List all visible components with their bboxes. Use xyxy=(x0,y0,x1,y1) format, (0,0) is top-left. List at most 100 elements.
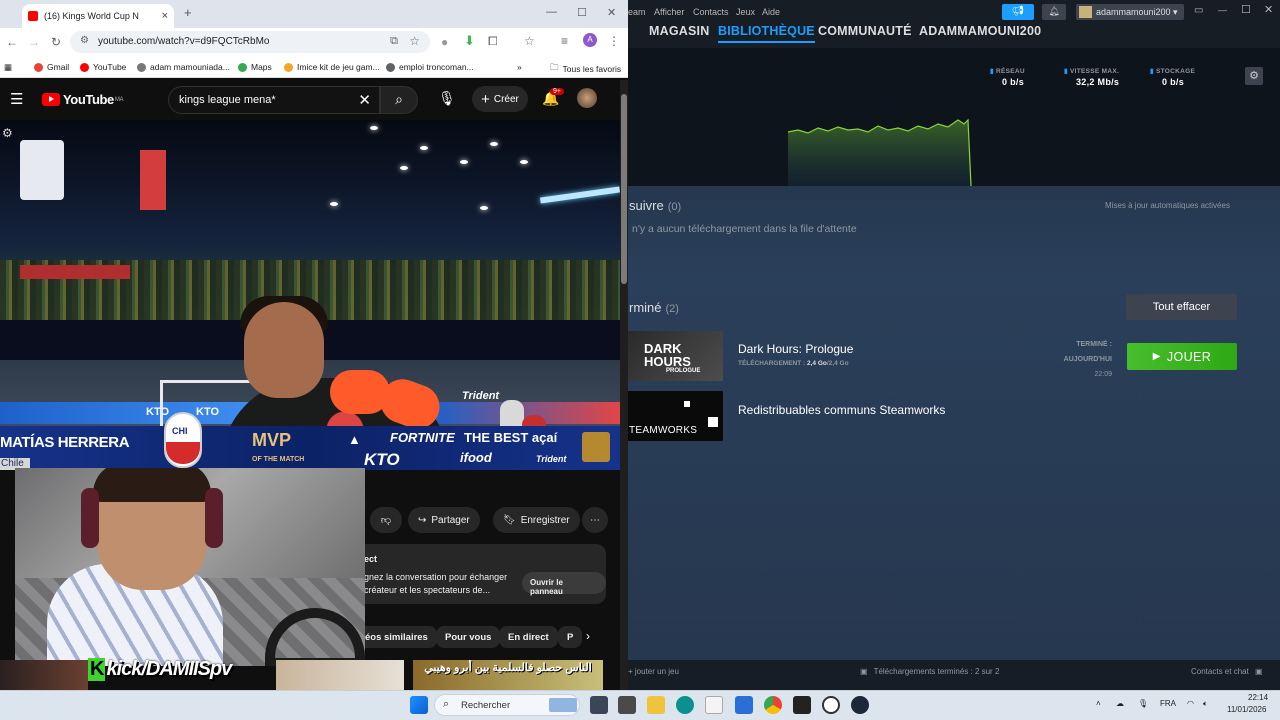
voice-search-icon[interactable]: 🎙 xyxy=(438,90,456,107)
copilot-icon[interactable] xyxy=(618,696,636,714)
steam-icon[interactable] xyxy=(851,696,869,714)
chip-more[interactable]: P xyxy=(558,626,583,648)
reload-icon[interactable]: ↻ xyxy=(51,35,61,49)
play-button[interactable]: ▶ JOUER xyxy=(1127,343,1237,370)
more-actions-icon[interactable]: ⋯ xyxy=(582,507,608,533)
add-game-button[interactable]: + jouter un jeu xyxy=(628,667,679,676)
extension-icon[interactable]: ● xyxy=(441,35,448,49)
hamburger-menu-icon[interactable]: ☰ xyxy=(10,90,23,108)
downloads-status[interactable]: ▣ Téléchargements terminés : 2 sur 2 xyxy=(860,667,999,676)
recommended-video-thumbnail[interactable]: الناس حصلو فالسلمية بين أبرو وهيبي xyxy=(413,660,603,690)
bookmark-imice[interactable]: Imice kit de jeu gam... xyxy=(284,62,380,72)
extensions-puzzle-icon[interactable]: ⧠ xyxy=(488,34,498,49)
ea-app-icon[interactable] xyxy=(822,696,840,714)
minimize-icon[interactable]: — xyxy=(546,6,557,18)
friends-chat-button[interactable]: Contacts et chat ▣ xyxy=(1191,667,1263,676)
tray-overflow-icon[interactable]: ˄ xyxy=(1096,699,1101,708)
big-picture-icon[interactable]: ▭ xyxy=(1194,5,1203,16)
download-settings-gear-icon[interactable]: ⚙ xyxy=(1245,67,1263,85)
bookmark-youtube[interactable]: YouTube xyxy=(80,62,126,72)
edge-icon[interactable] xyxy=(676,696,694,714)
maximize-icon[interactable]: ☐ xyxy=(577,6,587,19)
nav-community[interactable]: COMMUNAUTÉ xyxy=(818,24,912,38)
reading-list-icon[interactable]: ☆ xyxy=(524,34,535,48)
nav-store[interactable]: MAGASIN xyxy=(649,24,709,38)
tab-youtube[interactable]: (16) Kings World Cup N × xyxy=(22,4,174,28)
language-indicator[interactable]: FRA xyxy=(1160,699,1176,708)
media-control-icon[interactable]: ≡ xyxy=(561,34,568,48)
apps-icon[interactable]: ▦ xyxy=(4,62,12,73)
bookmark-gmail[interactable]: Gmail xyxy=(34,62,69,72)
menu-view[interactable]: Afficher xyxy=(654,7,684,17)
recommended-video-thumbnail[interactable] xyxy=(276,660,404,690)
maximize-icon[interactable]: ☐ xyxy=(1241,3,1251,16)
game-title[interactable]: Dark Hours: Prologue xyxy=(738,342,853,356)
menu-help[interactable]: Aide xyxy=(762,7,780,17)
chrome-icon[interactable] xyxy=(764,696,782,714)
new-tab-icon[interactable]: + xyxy=(184,5,192,20)
clock-time[interactable]: 22:14 xyxy=(1248,693,1268,702)
clear-all-button[interactable]: Tout effacer xyxy=(1126,294,1237,320)
search-input[interactable]: kings league mena* ✕ xyxy=(168,86,380,114)
tab-close-icon[interactable]: × xyxy=(162,10,168,22)
taskbar-search[interactable]: ⌕ Rechercher xyxy=(434,694,580,716)
store-icon[interactable] xyxy=(705,696,723,714)
windows-start-icon[interactable] xyxy=(410,696,428,714)
nav-library[interactable]: BIBLIOTHÈQUE xyxy=(718,24,815,43)
youtube-logo[interactable]: YouTube MA xyxy=(42,92,124,107)
clear-search-icon[interactable]: ✕ xyxy=(358,91,371,109)
mail-icon[interactable] xyxy=(735,696,753,714)
menu-games[interactable]: Jeux xyxy=(736,7,755,17)
all-bookmarks[interactable]: 🗀 Tous les favoris xyxy=(550,62,621,76)
menu-steam[interactable]: eam xyxy=(628,7,646,17)
search-icon[interactable]: ⌕ xyxy=(380,86,418,114)
close-window-icon[interactable]: ✕ xyxy=(607,6,616,19)
minimize-icon[interactable]: — xyxy=(1218,5,1227,15)
profile-avatar-icon[interactable]: A xyxy=(583,33,597,47)
bookmark-maps[interactable]: Maps xyxy=(238,62,272,72)
close-window-icon[interactable]: ✕ xyxy=(1264,3,1273,16)
clock-date[interactable]: 11/01/2026 xyxy=(1227,705,1266,714)
chrome-menu-icon[interactable]: ⋮ xyxy=(608,34,620,48)
chip-similar[interactable]: éos similaires xyxy=(356,626,437,648)
notifications-bell-icon[interactable]: 🔔︎ xyxy=(1042,4,1066,20)
video-player[interactable]: KTO KTO Trident xyxy=(0,120,620,470)
epic-games-icon[interactable] xyxy=(793,696,811,714)
task-view-icon[interactable] xyxy=(590,696,608,714)
dislike-button[interactable]: 👎︎ xyxy=(370,507,402,533)
chip-for-you[interactable]: Pour vous xyxy=(436,626,501,648)
forward-icon[interactable]: → xyxy=(28,35,40,49)
back-icon[interactable]: ← xyxy=(6,35,18,49)
bookmark-star-icon[interactable]: ☆ xyxy=(409,34,420,48)
announcements-megaphone-icon[interactable]: 📢︎ xyxy=(1002,4,1034,20)
auto-updates-note[interactable]: Mises à jour automatiques activées xyxy=(1105,201,1230,210)
download-item[interactable]: TEAMWORKS Redistribuables communs Steamw… xyxy=(628,391,1280,443)
nav-profile[interactable]: ADAMMAMOUNI200 xyxy=(919,24,1041,38)
save-button[interactable]: 🔖︎ Enregistrer xyxy=(493,507,580,533)
settings-gear-icon[interactable]: ⚙ xyxy=(2,126,13,140)
page-scrollbar[interactable] xyxy=(620,80,628,690)
wifi-icon[interactable]: ◠ xyxy=(1187,699,1194,708)
account-menu[interactable]: adammamouni200 ▾ xyxy=(1076,4,1184,20)
cast-icon[interactable]: ⧉ xyxy=(390,35,398,48)
site-info-icon[interactable]: ⚙ xyxy=(80,35,89,46)
bookmark-adam[interactable]: adam mamouniada... xyxy=(137,62,230,72)
download-icon[interactable]: ⬇ xyxy=(464,33,475,49)
tray-app-icon[interactable]: ☁ xyxy=(1116,699,1124,708)
scrollbar-thumb[interactable] xyxy=(621,94,627,284)
microphone-icon[interactable]: 🎙︎ xyxy=(1138,699,1148,708)
share-button[interactable]: ↪ Partager xyxy=(408,507,480,533)
game-title[interactable]: Redistribuables communs Steamworks xyxy=(738,403,945,417)
chip-live[interactable]: En direct xyxy=(499,626,558,648)
chips-next-icon[interactable]: › xyxy=(586,629,590,643)
menu-contacts[interactable]: Contacts xyxy=(693,7,729,17)
bookmark-emploi[interactable]: emploi troncoman... xyxy=(386,62,474,72)
more-bookmarks-icon[interactable]: » xyxy=(517,62,522,72)
account-avatar[interactable] xyxy=(577,88,597,108)
recommended-video-thumbnail[interactable] xyxy=(0,660,88,690)
create-button[interactable]: + Créer xyxy=(472,86,528,112)
open-panel-button[interactable]: Ouvrir le panneau xyxy=(522,572,606,596)
address-bar[interactable]: ⚙ youtube.com/watch?v=d9FQCTcRbMo ⧉ ☆ xyxy=(70,31,430,53)
volume-icon[interactable]: 🔈︎ xyxy=(1203,699,1208,709)
file-explorer-icon[interactable] xyxy=(647,696,665,714)
